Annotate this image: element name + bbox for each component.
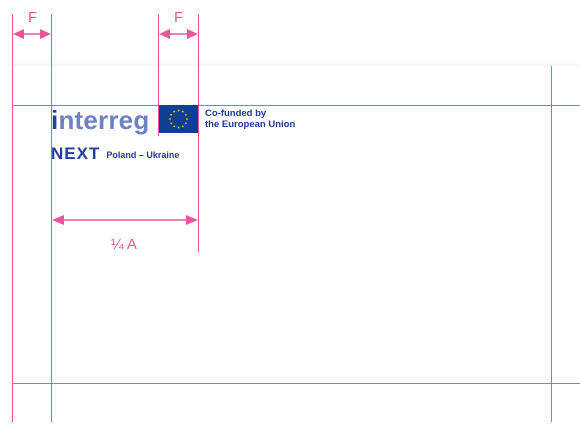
eu-star-1 [177, 109, 180, 112]
label-f-right: F [174, 9, 184, 26]
cofunded-line-1: Co-funded by [205, 108, 267, 119]
interreg-wordmark: interreg [51, 106, 149, 134]
eu-star-12 [173, 110, 176, 113]
wordmark-rest: nterreg [58, 105, 150, 135]
dimension-arrow-right-f [159, 29, 198, 39]
guide-layer [12, 14, 580, 422]
eu-star-7 [177, 126, 180, 129]
eu-cofunding-text: Co-funded by the European Union [205, 108, 295, 130]
eu-star-8 [173, 125, 176, 128]
eu-star-10 [169, 118, 171, 120]
eu-star-11 [170, 113, 173, 116]
label-quarter-a: ¼ A [111, 236, 137, 253]
eu-star-2 [181, 110, 184, 113]
next-programme-label: NEXT Poland – Ukraine [51, 144, 179, 165]
eu-star-4 [186, 118, 188, 120]
eu-stars-icon [169, 109, 188, 129]
dimension-arrow-quarter-a [52, 215, 198, 225]
next-text: NEXT [51, 144, 101, 163]
dimension-arrow-left-f [13, 29, 51, 39]
eu-flag-icon [159, 105, 198, 133]
eu-star-3 [184, 113, 187, 116]
region-label: Poland – Ukraine [106, 150, 180, 160]
eu-star-6 [181, 125, 184, 128]
label-f-left: F [28, 9, 38, 26]
eu-star-5 [184, 122, 187, 125]
cofunded-line-2: the European Union [205, 119, 296, 130]
eu-star-9 [170, 122, 173, 125]
diagram-canvas: F F ¼ A interreg NEXT Poland – Ukraine Co… [0, 0, 580, 426]
